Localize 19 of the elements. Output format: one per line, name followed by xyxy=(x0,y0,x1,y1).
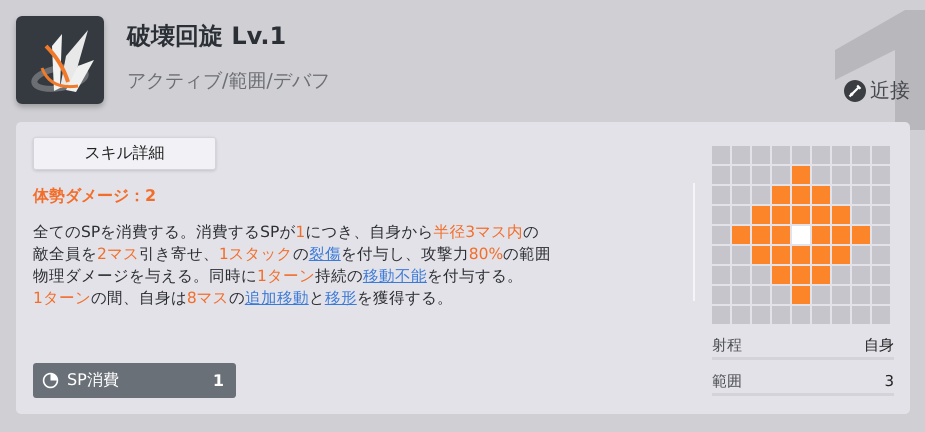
stat-value: 自身 xyxy=(864,336,894,355)
term-link[interactable]: 裂傷 xyxy=(308,245,341,263)
sp-cost-label: SP消費 xyxy=(67,370,119,391)
sword-icon xyxy=(844,80,866,102)
term-link[interactable]: 移動不能 xyxy=(362,267,427,285)
term-link[interactable]: 追加移動 xyxy=(244,289,309,307)
term-link[interactable]: 移形 xyxy=(324,289,357,307)
posture-damage: 体勢ダメージ：2 xyxy=(33,186,158,207)
skill-tags: アクティブ/範囲/デバフ xyxy=(127,68,330,94)
stat-label: 範囲 xyxy=(712,372,742,391)
attack-type: 近接 xyxy=(870,77,910,104)
sp-cost-value: 1 xyxy=(212,371,224,390)
details-tab[interactable]: スキル詳細 xyxy=(33,137,216,170)
skill-description: 全てのSPを消費する。消費するSPが1につき、自身から半径3マス内の 敵全員を2マス 引き寄せ、1スタック の裂傷を付与し、攻撃力80%の範囲 物理ダメージを与える。同時に 1ターン持続の移動不能を付与する。 1ターンの間、自身は8マス の追加移動 と 移形を獲得する。 xyxy=(33,222,552,309)
stat-value: 3 xyxy=(884,372,894,391)
skill-icon xyxy=(16,16,104,104)
skill-title: 破壊回旋 Lv.1 xyxy=(127,21,288,52)
stat-label: 射程 xyxy=(712,336,742,355)
pie-icon xyxy=(42,372,59,389)
